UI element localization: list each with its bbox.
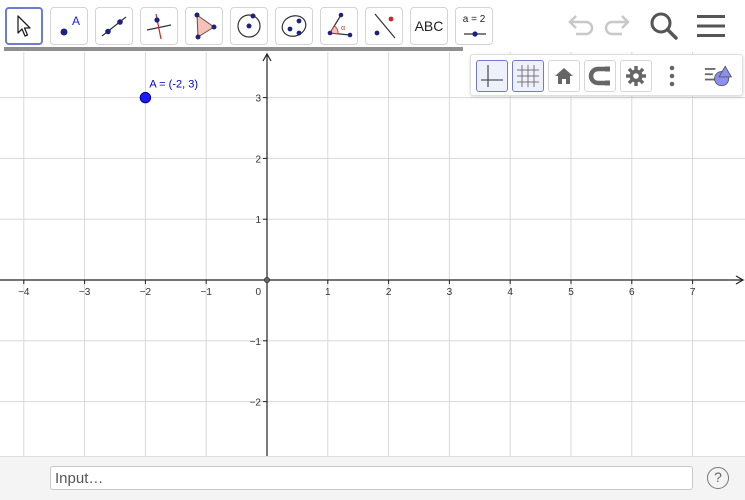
angle-icon: α: [327, 12, 353, 38]
style-bar: [470, 54, 743, 96]
x-tick-label: 2: [386, 287, 392, 298]
standard-view-button[interactable]: [548, 60, 580, 92]
axes-icon: [481, 65, 503, 87]
x-tick-label: 6: [629, 287, 635, 298]
gear-icon: [626, 66, 646, 86]
line-through-two-points-icon: [101, 16, 127, 37]
x-tick-label: 5: [568, 287, 574, 298]
more-options-button[interactable]: [656, 60, 688, 92]
point-tool[interactable]: A: [50, 7, 88, 45]
circle-tool[interactable]: [230, 7, 268, 45]
circle-center-point-icon: [237, 13, 261, 38]
algebra-input-field[interactable]: [50, 466, 693, 490]
x-tick-label: 0: [255, 287, 261, 298]
grid-toggle-button[interactable]: [512, 60, 544, 92]
x-tick-label: 3: [447, 287, 453, 298]
text-tool[interactable]: ABC: [410, 7, 448, 45]
x-tick-label: 1: [325, 287, 331, 298]
perpendicular-line-icon: [146, 13, 172, 40]
ellipse-icon: [281, 15, 307, 37]
axes-toggle-button[interactable]: [476, 60, 508, 92]
point-a-label: A = (-2, 3): [149, 79, 198, 91]
point-capturing-button[interactable]: [584, 60, 616, 92]
grid-icon: [517, 65, 539, 87]
reflect-about-line-icon: [374, 13, 396, 39]
polygon-tool[interactable]: [185, 7, 223, 45]
x-tick-label: −2: [140, 287, 152, 298]
point-icon: A: [60, 14, 80, 36]
home-icon: [555, 68, 573, 84]
undo-button[interactable]: [562, 8, 598, 44]
slider-tool[interactable]: a = 2: [455, 7, 493, 45]
ellipse-tool[interactable]: [275, 7, 313, 45]
polygon-icon: [194, 12, 217, 40]
line-tool[interactable]: [95, 7, 133, 45]
slider-track-icon: [464, 31, 486, 37]
point-a[interactable]: [139, 91, 152, 104]
y-tick-label: 1: [255, 215, 261, 226]
redo-button[interactable]: [600, 8, 636, 44]
toggle-style-bar-button[interactable]: [703, 60, 735, 92]
tick-labels: −4 −3 −2 −1 0 1 2 3 4 5 6 7 −2 −1 1 2 3: [18, 94, 696, 409]
text-icon: ABC: [414, 18, 444, 34]
toolbar-scroll-indicator: [4, 47, 463, 51]
y-tick-label: 2: [255, 154, 261, 165]
help-button[interactable]: ?: [707, 467, 729, 489]
redo-icon: [604, 15, 630, 36]
style-bar-toggle-icon: [704, 65, 733, 87]
y-tick-label: −2: [250, 398, 262, 409]
x-tick-label: 7: [690, 287, 696, 298]
graphics-settings-button[interactable]: [620, 60, 652, 92]
vertical-dots-icon: [669, 65, 675, 87]
toolbar: A α ABC a = 2: [0, 0, 745, 52]
graphics-view[interactable]: −4 −3 −2 −1 0 1 2 3 4 5 6 7 −2 −1 1 2 3 A = (-2, 3): [0, 52, 745, 456]
move-arrow-icon: [17, 15, 31, 37]
y-tick-label: 3: [255, 94, 261, 105]
search-button[interactable]: [646, 8, 682, 44]
grid: [0, 52, 745, 456]
search-icon: [650, 12, 678, 40]
points: A = (-2, 3): [139, 79, 270, 283]
reflect-tool[interactable]: [365, 7, 403, 45]
x-tick-label: −3: [79, 287, 91, 298]
main-menu-button[interactable]: [693, 8, 729, 44]
svg-text:A: A: [72, 14, 80, 28]
input-bar: ?: [0, 456, 745, 500]
move-tool[interactable]: [5, 7, 43, 45]
x-tick-label: −4: [18, 287, 30, 298]
undo-icon: [568, 15, 594, 36]
origin-point: [263, 276, 270, 283]
angle-tool[interactable]: α: [320, 7, 358, 45]
hamburger-menu-icon: [697, 15, 725, 37]
perpendicular-line-tool[interactable]: [140, 7, 178, 45]
x-tick-label: 4: [507, 287, 513, 298]
y-tick-label: −1: [250, 337, 262, 348]
x-tick-label: −1: [200, 287, 212, 298]
magnet-icon: [588, 66, 610, 86]
svg-text:α: α: [341, 25, 345, 32]
